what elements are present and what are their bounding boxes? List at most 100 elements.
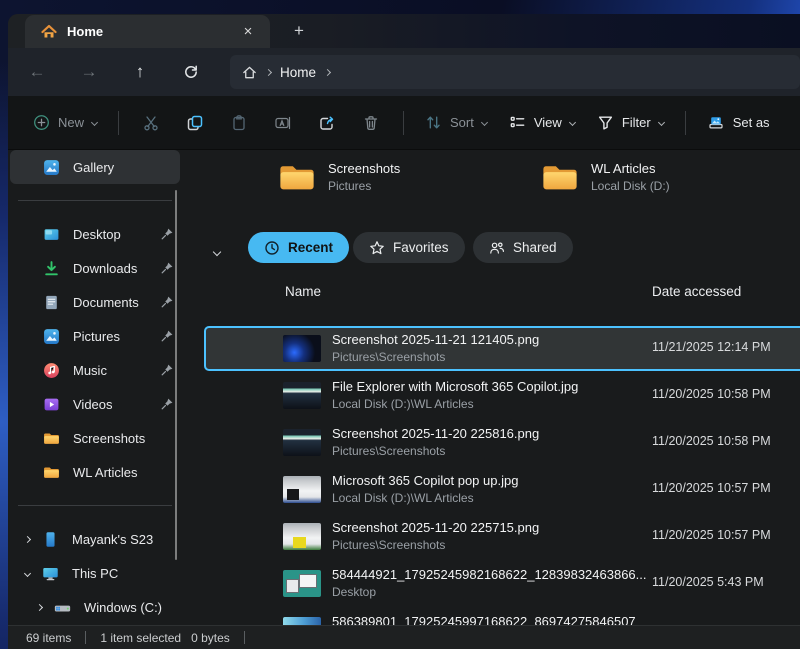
rename-icon[interactable] [261,105,305,141]
delete-icon[interactable] [349,105,393,141]
section-collapse-icon[interactable] [214,242,220,260]
tile-name: WL Articles [591,161,670,176]
column-headers: Name Date accessed [200,284,800,304]
file-explorer-window: Home × + ← → ↑ Home [8,14,800,649]
sidebar-item-music[interactable]: Music [10,353,180,387]
selection-count: 1 item selected [100,631,181,645]
file-row[interactable]: File Explorer with Microsoft 365 Copilot… [204,373,800,418]
navigation-bar: ← → ↑ Home [8,48,800,96]
file-row[interactable]: Screenshot 2025-11-21 121405.png Picture… [204,326,800,371]
refresh-icon[interactable] [174,56,208,88]
sidebar-item-wl-articles[interactable]: WL Articles [10,455,180,489]
videos-icon [43,396,60,413]
folder-icon [541,162,579,193]
tab-favorites[interactable]: Favorites [353,232,465,263]
sidebar-item-windows-c[interactable]: Windows (C:) [10,590,180,624]
file-thumbnail [283,335,321,362]
pin-icon [160,363,174,377]
breadcrumb[interactable]: Home [230,55,800,89]
expand-chevron-icon[interactable] [22,537,32,542]
phone-icon [42,531,59,548]
copy-icon[interactable] [173,105,217,141]
file-thumbnail [283,617,321,625]
toolbar-divider [403,111,404,135]
sidebar-item-desktop[interactable]: Desktop [10,217,180,251]
sidebar-item-downloads[interactable]: Downloads [10,251,180,285]
new-button[interactable]: New [22,105,108,141]
tab-shared[interactable]: Shared [473,232,573,263]
file-row[interactable]: Screenshot 2025-11-20 225816.png Picture… [204,420,800,465]
file-thumbnail [283,570,321,597]
tab-title: Home [67,24,226,39]
star-icon [369,240,385,256]
sidebar-divider [18,505,172,506]
sidebar-item-this-pc[interactable]: This PC [10,556,180,590]
tab-close-icon[interactable]: × [236,20,260,44]
pin-icon [160,295,174,309]
documents-icon [43,294,60,311]
cut-icon[interactable] [129,105,173,141]
file-row[interactable]: Microsoft 365 Copilot pop up.jpg Local D… [204,467,800,512]
home-tab-icon [41,24,57,40]
sort-button[interactable]: Sort [414,105,498,141]
breadcrumb-item-home[interactable]: Home [280,65,316,80]
file-row[interactable]: Screenshot 2025-11-20 225715.png Picture… [204,514,800,559]
folder-icon [43,464,60,481]
computer-icon [42,565,59,582]
file-row[interactable]: 586389801_17925245997168622_869742758465… [204,608,800,625]
filter-button[interactable]: Filter [586,105,675,141]
collapse-chevron-icon[interactable] [22,571,32,576]
plus-circle-icon [33,114,50,131]
expand-chevron-icon[interactable] [34,605,44,610]
sidebar-item-phone[interactable]: Mayank's S23 [10,522,180,556]
back-icon[interactable]: ← [20,56,54,88]
window-body: Gallery Desktop [8,150,800,625]
view-icon [509,114,526,131]
tab-home[interactable]: Home × [25,15,270,48]
chevron-down-icon [569,119,576,126]
view-button[interactable]: View [498,105,586,141]
set-as-button[interactable]: Set as [696,105,781,141]
paste-icon[interactable] [217,105,261,141]
file-thumbnail [283,476,321,503]
sidebar-scrollbar[interactable] [175,190,177,560]
command-bar: New [8,96,800,150]
status-divider [244,631,245,644]
desktop-icon [43,226,60,243]
chevron-down-icon [481,119,488,126]
sidebar-item-gallery[interactable]: Gallery [10,150,180,184]
folder-tile-wl-articles[interactable]: WL Articles Local Disk (D:) [541,155,670,199]
sidebar-item-videos[interactable]: Videos [10,387,180,421]
pictures-icon [43,328,60,345]
people-icon [489,240,505,256]
status-bar: 69 items 1 item selected 0 bytes [8,625,800,649]
downloads-icon [43,260,60,277]
selection-size: 0 bytes [191,631,230,645]
navigation-pane: Gallery Desktop [8,150,200,625]
sidebar-item-documents[interactable]: Documents [10,285,180,319]
drive-icon [54,599,71,616]
share-icon[interactable] [305,105,349,141]
folder-icon [278,162,316,193]
tile-name: Screenshots [328,161,400,176]
new-tab-button[interactable]: + [286,18,312,44]
sidebar-item-screenshots[interactable]: Screenshots [10,421,180,455]
tile-location: Local Disk (D:) [591,179,670,193]
breadcrumb-separator-icon[interactable] [324,68,331,75]
chevron-down-icon [658,119,665,126]
breadcrumb-home-icon[interactable] [242,65,257,80]
column-header-name[interactable]: Name [285,284,321,299]
sidebar-item-pictures[interactable]: Pictures [10,319,180,353]
up-icon[interactable]: ↑ [123,56,157,88]
toolbar-divider [118,111,119,135]
folder-tile-screenshots[interactable]: Screenshots Pictures [278,155,400,199]
tab-recent[interactable]: Recent [248,232,349,263]
toolbar-divider [685,111,686,135]
file-thumbnail [283,429,321,456]
forward-icon[interactable]: → [72,56,106,88]
content-pane: Screenshots Pictures WL Articles Local D… [200,150,800,625]
folder-icon [43,430,60,447]
file-thumbnail [283,382,321,409]
file-row[interactable]: 584444921_17925245982168622_128398324638… [204,561,800,606]
column-header-date-accessed[interactable]: Date accessed [652,284,741,299]
